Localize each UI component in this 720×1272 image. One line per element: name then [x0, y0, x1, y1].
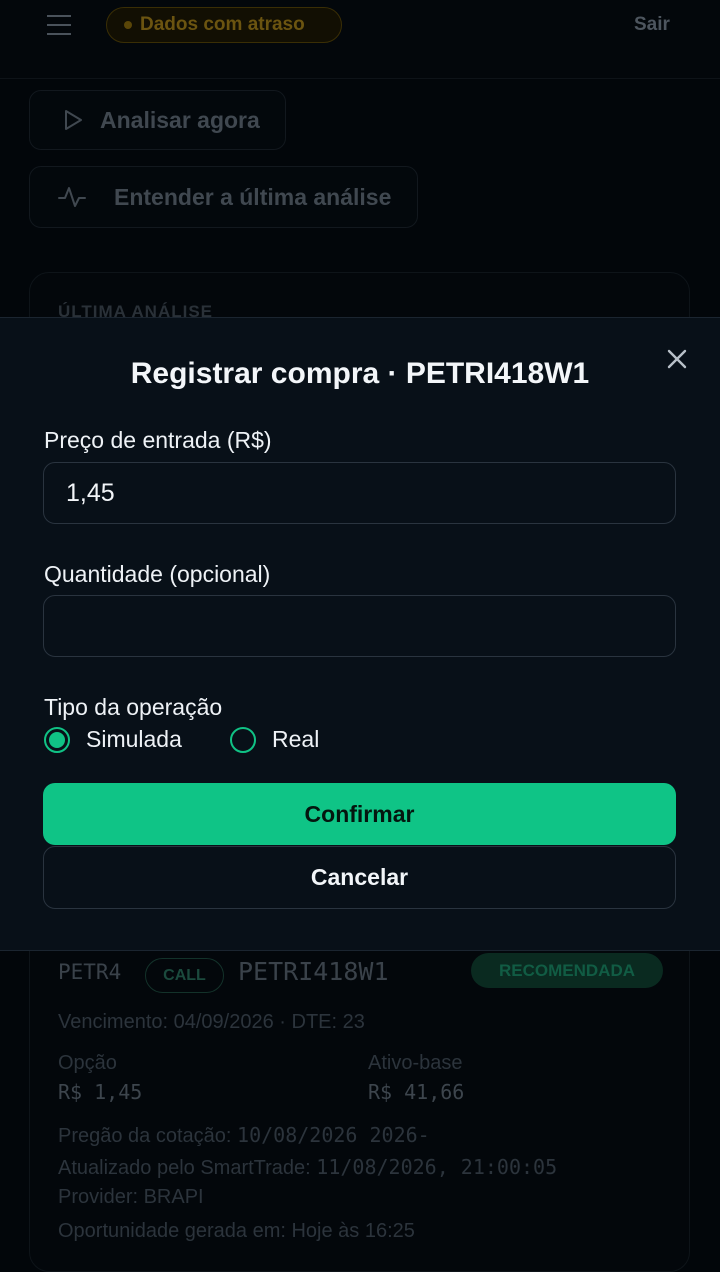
- provider-line: Provider: BRAPI: [58, 1186, 204, 1208]
- underlying-ticker: PETR4: [58, 960, 122, 984]
- quote-session-value: 10/08/2026 2026-: [237, 1123, 430, 1147]
- activity-icon: [58, 187, 86, 207]
- underlying-label: Ativo-base: [368, 1052, 463, 1074]
- option-code: PETRI418W1: [238, 957, 389, 986]
- quantity-label: Quantidade (opcional): [44, 561, 271, 587]
- modal-title: Registrar compra · PETRI418W1: [130, 357, 590, 390]
- underlying-price: R$ 41,66: [368, 1080, 465, 1104]
- quantity-input[interactable]: [43, 595, 676, 657]
- close-icon[interactable]: [664, 346, 690, 372]
- entry-price-input[interactable]: [43, 462, 676, 524]
- status-dot-icon: [124, 21, 132, 29]
- radio-real-label: Real: [272, 726, 320, 752]
- updated-line: Atualizado pelo SmartTrade: 11/08/2026, …: [58, 1155, 557, 1180]
- play-icon: [65, 110, 82, 130]
- cancel-button[interactable]: Cancelar: [43, 846, 676, 909]
- option-type-badge: CALL: [145, 958, 224, 993]
- logout-link[interactable]: Sair: [634, 14, 670, 36]
- delay-status-text: Dados com atraso: [140, 14, 305, 35]
- top-bar: Dados com atraso Sair: [0, 0, 720, 79]
- quote-session-label: Pregão da cotação:: [58, 1125, 232, 1147]
- menu-icon[interactable]: [47, 15, 71, 35]
- radio-real[interactable]: Real: [230, 726, 319, 753]
- entry-price-label: Preço de entrada (R$): [44, 427, 272, 453]
- confirm-button[interactable]: Confirmar: [43, 783, 676, 845]
- generated-line: Oportunidade gerada em: Hoje às 16:25: [58, 1220, 415, 1242]
- recommendation-badge: RECOMENDADA: [471, 953, 663, 988]
- analyze-now-button[interactable]: Analisar agora: [29, 90, 286, 150]
- radio-simulated[interactable]: Simulada: [44, 726, 182, 753]
- analyze-now-label: Analisar agora: [100, 106, 260, 133]
- quote-session-line: Pregão da cotação: 10/08/2026 2026-: [58, 1123, 430, 1148]
- updated-value: 11/08/2026, 21:00:05: [316, 1155, 558, 1179]
- operation-type-label: Tipo da operação: [44, 694, 223, 720]
- option-label: Opção: [58, 1052, 117, 1074]
- radio-simulated-label: Simulada: [86, 726, 182, 752]
- expiry-line: Vencimento: 04/09/2026 · DTE: 23: [58, 1011, 365, 1033]
- updated-label: Atualizado pelo SmartTrade:: [58, 1157, 311, 1179]
- radio-real-indicator[interactable]: [230, 726, 256, 753]
- understand-analysis-button[interactable]: Entender a última análise: [29, 166, 418, 228]
- delay-status-badge: Dados com atraso: [106, 7, 342, 43]
- understand-analysis-label: Entender a última análise: [114, 183, 392, 210]
- option-price: R$ 1,45: [58, 1080, 143, 1104]
- radio-simulated-indicator[interactable]: [44, 726, 70, 753]
